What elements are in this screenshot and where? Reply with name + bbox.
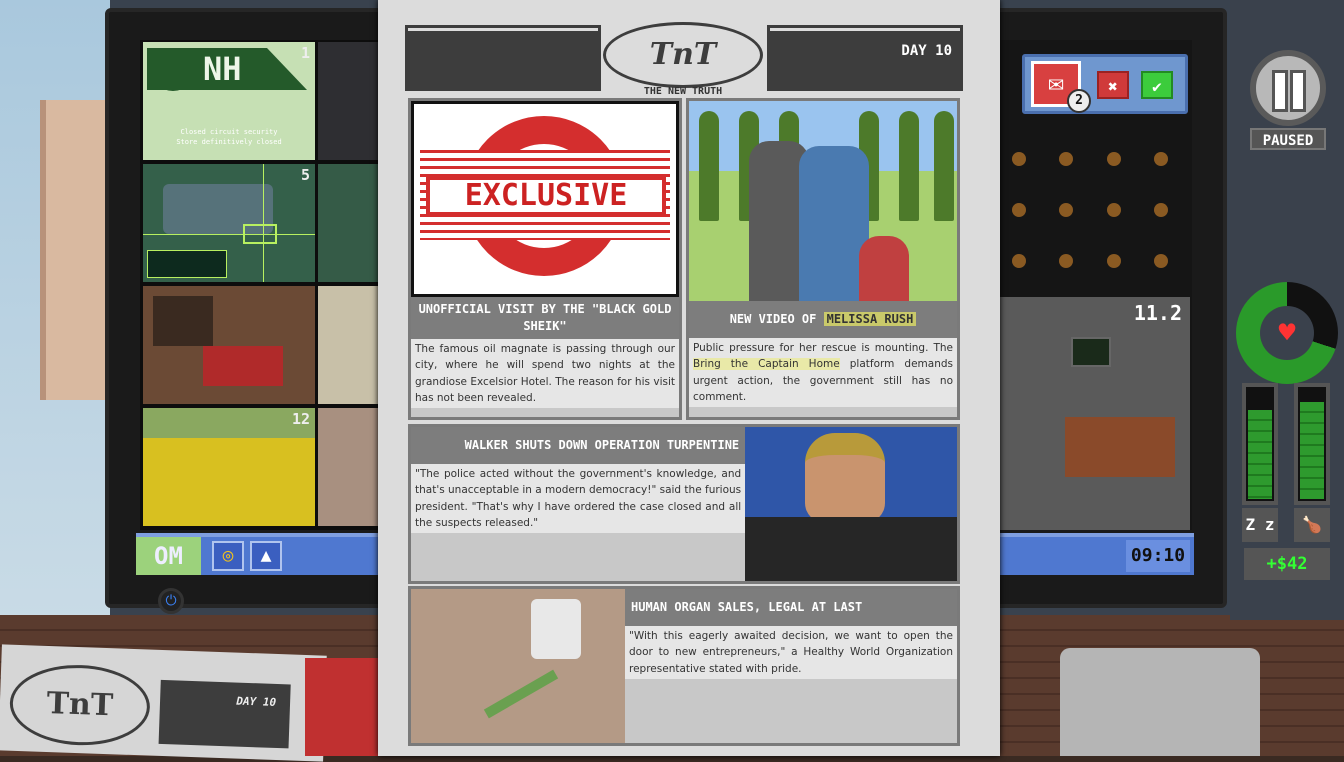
body-highlight[interactable]: Bring the Captain Home bbox=[693, 358, 840, 371]
person bbox=[859, 236, 909, 301]
notification-popup: ✉ 2 ✖ ✔ bbox=[1022, 54, 1188, 114]
sleep-bar-fill bbox=[1248, 410, 1272, 499]
grid-button[interactable] bbox=[1011, 254, 1026, 269]
grid-button[interactable] bbox=[1059, 202, 1074, 217]
suit bbox=[745, 517, 957, 581]
camera-feed-room[interactable] bbox=[143, 286, 315, 404]
article-turpentine[interactable]: WALKER SHUTS DOWN OPERATION TURPENTINE "… bbox=[408, 424, 960, 584]
desk-newspaper[interactable]: TnT DAY 10 bbox=[0, 644, 327, 762]
food-bar-fill bbox=[1300, 402, 1324, 499]
monitor-screen bbox=[1071, 337, 1111, 367]
field bbox=[143, 408, 315, 438]
camera-message-line2: Store definitively closed bbox=[176, 138, 282, 146]
grid-button[interactable] bbox=[1011, 202, 1026, 217]
body-text: Public pressure for her rescue is mounti… bbox=[693, 342, 953, 354]
camera-message-line1: Closed circuit security bbox=[180, 128, 278, 136]
syringe bbox=[483, 669, 559, 719]
article-body: "With this eagerly awaited decision, we … bbox=[625, 626, 957, 679]
camera-feed-5[interactable]: 5 bbox=[143, 164, 315, 282]
masthead-bar-left bbox=[405, 25, 601, 91]
accept-button[interactable]: ✔ bbox=[1141, 71, 1173, 99]
article-body: The famous oil magnate is passing throug… bbox=[411, 339, 679, 409]
camera-grid: NH 1 Closed circuit security Store defin… bbox=[140, 40, 392, 530]
grid-button[interactable] bbox=[1154, 202, 1169, 217]
crosshair-h bbox=[143, 234, 315, 235]
clock: 09:10 bbox=[1126, 540, 1190, 572]
bookshelf bbox=[153, 296, 213, 346]
grid-button[interactable] bbox=[1106, 254, 1121, 269]
camera-app-icon[interactable]: ◎ bbox=[212, 541, 244, 571]
headline-highlight[interactable]: MELISSA RUSH bbox=[823, 312, 917, 326]
article-organ-sales[interactable]: HUMAN ORGAN SALES, LEGAL AT LAST "With t… bbox=[408, 586, 960, 746]
main-camera-feed[interactable]: 11.2 bbox=[995, 297, 1190, 530]
newspaper[interactable]: DAY 10 TnT THE NEW TRUTH EXCLUSIVE UNOFF… bbox=[378, 0, 1000, 756]
article-headline: HUMAN ORGAN SALES, LEGAL AT LAST bbox=[625, 589, 957, 626]
article-sheik[interactable]: EXCLUSIVE UNOFFICIAL VISIT BY THE "BLACK… bbox=[408, 98, 682, 420]
crosshair-v bbox=[263, 164, 264, 282]
nh-logo: NH bbox=[147, 48, 307, 90]
masthead-bar-right: DAY 10 bbox=[767, 25, 963, 91]
tnt-logo: TnT bbox=[8, 662, 152, 748]
grid-button[interactable] bbox=[1106, 151, 1121, 166]
sleep-icon[interactable]: Z z bbox=[1242, 508, 1278, 542]
camera-number: 11.2 bbox=[1133, 301, 1182, 325]
day-label: DAY 10 bbox=[901, 43, 952, 59]
tnt-logo: TnT bbox=[603, 22, 763, 88]
health-ring: ♥ bbox=[1236, 282, 1338, 384]
masthead: DAY 10 TnT THE NEW TRUTH bbox=[405, 22, 963, 97]
power-button-icon[interactable]: ⏻ bbox=[158, 588, 184, 614]
camera-feed-12[interactable]: 12 bbox=[143, 408, 315, 526]
food-bar bbox=[1294, 383, 1330, 505]
grid-button[interactable] bbox=[1106, 202, 1121, 217]
target-box bbox=[243, 224, 277, 244]
grid-button[interactable] bbox=[1154, 151, 1169, 166]
melissa-video-image bbox=[689, 101, 957, 301]
president-image bbox=[745, 427, 957, 581]
money-counter: +$42 bbox=[1244, 548, 1330, 580]
exclusive-image: EXCLUSIVE bbox=[411, 101, 679, 297]
sleep-bar bbox=[1242, 383, 1278, 505]
article-headline: NEW VIDEO OF MELISSA RUSH bbox=[689, 301, 957, 338]
article-headline: UNOFFICIAL VISIT BY THE "BLACK GOLD SHEI… bbox=[411, 297, 679, 339]
exclusive-label: EXCLUSIVE bbox=[426, 176, 666, 216]
start-button[interactable]: OM bbox=[136, 537, 201, 575]
article-body: "The police acted without the government… bbox=[411, 464, 746, 534]
paused-label: PAUSED bbox=[1250, 128, 1326, 150]
article-headline: WALKER SHUTS DOWN OPERATION TURPENTINE bbox=[411, 427, 746, 464]
grid-button[interactable] bbox=[1011, 151, 1026, 166]
heart-icon: ♥ bbox=[1260, 306, 1314, 360]
food-icon[interactable]: 🍗 bbox=[1294, 508, 1330, 542]
camera-number: 12 bbox=[291, 410, 310, 428]
mail-count-badge: 2 bbox=[1067, 89, 1091, 113]
desk-newspaper-banner: DAY 10 bbox=[158, 679, 291, 749]
president-face bbox=[805, 433, 886, 523]
newspaper-subtitle: THE NEW TRUTH bbox=[643, 86, 723, 97]
button-grid bbox=[995, 140, 1185, 280]
grid-button[interactable] bbox=[1059, 254, 1074, 269]
grid-button[interactable] bbox=[1059, 151, 1074, 166]
camera-number: 1 bbox=[300, 44, 310, 62]
printer bbox=[1060, 648, 1260, 756]
reject-button[interactable]: ✖ bbox=[1097, 71, 1129, 99]
article-melissa-rush[interactable]: NEW VIDEO OF MELISSA RUSH Public pressur… bbox=[686, 98, 960, 420]
hud-panel: PAUSED ♥ Z z 🍗 +$42 bbox=[1230, 0, 1344, 620]
pause-stopwatch-icon[interactable] bbox=[1250, 50, 1326, 126]
desk-newspaper-day: DAY 10 bbox=[236, 694, 277, 709]
desk-console bbox=[1065, 417, 1175, 477]
rug bbox=[203, 346, 283, 386]
police-app-icon[interactable]: ▲ bbox=[250, 541, 282, 571]
organ-image bbox=[411, 589, 625, 743]
headline-text: NEW VIDEO OF bbox=[729, 312, 824, 326]
article-body: Public pressure for her rescue is mounti… bbox=[689, 338, 957, 408]
info-panel bbox=[147, 250, 227, 278]
building bbox=[40, 100, 110, 400]
camera-feed-1[interactable]: NH 1 Closed circuit security Store defin… bbox=[143, 42, 315, 160]
jar bbox=[531, 599, 581, 659]
window-view bbox=[0, 0, 110, 620]
camera-number: 5 bbox=[300, 166, 310, 184]
grid-button[interactable] bbox=[1154, 254, 1169, 269]
